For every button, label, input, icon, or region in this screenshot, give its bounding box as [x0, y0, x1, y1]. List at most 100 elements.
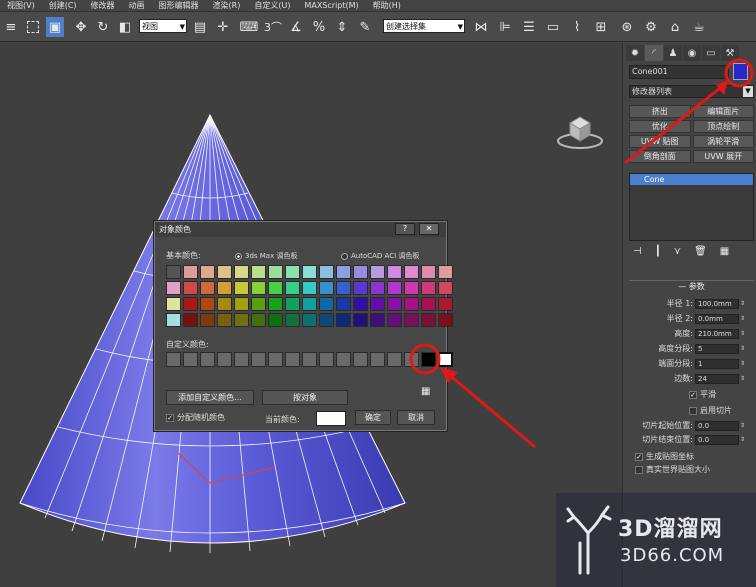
pin-stack-icon[interactable]: ⊣ [633, 246, 642, 257]
create-tab-icon[interactable]: ✹ [626, 45, 644, 61]
palette-swatch[interactable] [302, 313, 317, 327]
smooth-checkbox[interactable]: ✓ 平滑 [689, 390, 716, 400]
spinner-snap-icon[interactable]: ⇕ [333, 17, 351, 37]
object-color-swatch[interactable] [733, 63, 748, 80]
select-manipulate-icon[interactable]: ✛ [214, 17, 232, 37]
custom-color-swatch[interactable] [183, 352, 198, 367]
palette-swatch[interactable] [200, 281, 215, 295]
edit-named-sel-icon[interactable]: ✎ [356, 17, 374, 37]
custom-color-swatch[interactable] [353, 352, 368, 367]
snap-toggle-icon[interactable]: 3 ⌒ [264, 17, 282, 37]
palette-swatch[interactable] [387, 265, 402, 279]
remove-modifier-icon[interactable]: 🗑 [694, 246, 707, 257]
mirror-icon[interactable]: ⋈ [472, 17, 490, 37]
palette-swatch[interactable] [370, 265, 385, 279]
reference-coord-select[interactable]: 视图 ▼ [139, 19, 187, 33]
stack-item-cone[interactable]: Cone [630, 174, 753, 185]
palette-swatch[interactable] [404, 265, 419, 279]
custom-color-swatch[interactable] [200, 352, 215, 367]
palette-swatch[interactable] [234, 265, 249, 279]
spinner-icon[interactable]: ⇕ [740, 435, 747, 445]
spinner-icon[interactable]: ⇕ [740, 329, 747, 339]
palette-swatch[interactable] [319, 297, 334, 311]
palette-swatch[interactable] [200, 297, 215, 311]
menu-item[interactable]: 修改器 [84, 0, 122, 11]
custom-color-swatch[interactable] [319, 352, 334, 367]
menu-item[interactable]: 视图(V) [0, 0, 42, 11]
modifier-list-dropdown[interactable]: 修改器列表 ▼ [629, 85, 754, 98]
real-world-map-checkbox[interactable]: 真实世界贴图大小 [635, 465, 710, 475]
ribbon-icon[interactable]: ▭ [544, 17, 562, 37]
palette-swatch[interactable] [421, 297, 436, 311]
palette-swatch[interactable] [268, 265, 283, 279]
palette-swatch[interactable] [234, 313, 249, 327]
palette-swatch[interactable] [285, 313, 300, 327]
menu-item[interactable]: 自定义(U) [247, 0, 297, 11]
custom-color-swatch[interactable] [421, 352, 436, 367]
palette-swatch[interactable] [251, 297, 266, 311]
palette-swatch[interactable] [438, 297, 453, 311]
param-field[interactable]: 1 [695, 359, 739, 369]
palette-swatch[interactable] [200, 265, 215, 279]
spinner-icon[interactable]: ⇕ [740, 359, 747, 369]
align-icon[interactable]: ⊫ [496, 17, 514, 37]
palette-swatch[interactable] [166, 313, 181, 327]
material-editor-icon[interactable]: ⊛ [618, 17, 636, 37]
spinner-icon[interactable]: ⇕ [740, 421, 747, 431]
palette-swatch[interactable] [166, 265, 181, 279]
menu-item[interactable]: 动画 [122, 0, 152, 11]
spinner-icon[interactable]: ⇕ [740, 314, 747, 324]
custom-color-swatch[interactable] [302, 352, 317, 367]
slice-from-field[interactable]: 0.0 [695, 421, 739, 431]
modifier-button[interactable]: 涡轮平滑 [692, 135, 754, 148]
viewcube-icon[interactable] [556, 111, 604, 151]
custom-color-swatch[interactable] [166, 352, 181, 367]
palette-swatch[interactable] [421, 281, 436, 295]
angle-snap-icon[interactable]: ∡ [287, 17, 305, 37]
palette-swatch[interactable] [438, 265, 453, 279]
palette-swatch[interactable] [268, 313, 283, 327]
palette-swatch[interactable] [353, 265, 368, 279]
spinner-icon[interactable]: ⇕ [740, 344, 747, 354]
palette-swatch[interactable] [370, 297, 385, 311]
palette-swatch[interactable] [183, 281, 198, 295]
select-object-icon[interactable]: ▣ [46, 17, 64, 37]
cancel-button[interactable]: 取消 [397, 410, 435, 425]
display-tab-icon[interactable]: ▭ [702, 45, 720, 61]
custom-color-swatch[interactable] [370, 352, 385, 367]
keyboard-shortcut-icon[interactable]: ⌨ [240, 17, 259, 37]
palette-swatch[interactable] [319, 265, 334, 279]
palette-swatch[interactable] [387, 281, 402, 295]
palette-swatch[interactable] [302, 265, 317, 279]
palette-swatch[interactable] [336, 313, 351, 327]
palette-swatch[interactable] [183, 313, 198, 327]
palette-swatch[interactable] [421, 313, 436, 327]
palette-swatch[interactable] [353, 281, 368, 295]
menu-item[interactable]: 帮助(H) [366, 0, 408, 11]
layer-manager-icon[interactable]: ☰ [520, 17, 538, 37]
palette-swatch[interactable] [404, 297, 419, 311]
spinner-icon[interactable]: ⇕ [740, 299, 747, 309]
undo-icon[interactable]: ≡ [2, 17, 20, 37]
palette-swatch[interactable] [302, 281, 317, 295]
palette-swatch[interactable] [285, 265, 300, 279]
modifier-button[interactable]: 挤出 [629, 105, 691, 118]
motion-tab-icon[interactable]: ◉ [683, 45, 701, 61]
modify-tab-icon[interactable]: ◜ [645, 45, 663, 61]
modifier-button[interactable]: 优化 [629, 120, 691, 133]
custom-color-swatch[interactable] [217, 352, 232, 367]
basic-color-palette[interactable] [166, 265, 453, 327]
custom-color-swatch[interactable] [234, 352, 249, 367]
rotate-icon[interactable]: ↻ [94, 17, 112, 37]
add-custom-color-button[interactable]: 添加自定义颜色... [166, 390, 254, 405]
palette-swatch[interactable] [285, 297, 300, 311]
percent-snap-icon[interactable]: % [310, 17, 328, 37]
palette-swatch[interactable] [183, 297, 198, 311]
slice-on-checkbox[interactable]: 启用切片 [689, 406, 732, 416]
palette-swatch[interactable] [336, 265, 351, 279]
palette-swatch[interactable] [336, 297, 351, 311]
palette-swatch[interactable] [387, 297, 402, 311]
render-setup-icon[interactable]: ⚙ [642, 17, 660, 37]
palette-swatch[interactable] [336, 281, 351, 295]
palette-swatch[interactable] [183, 265, 198, 279]
